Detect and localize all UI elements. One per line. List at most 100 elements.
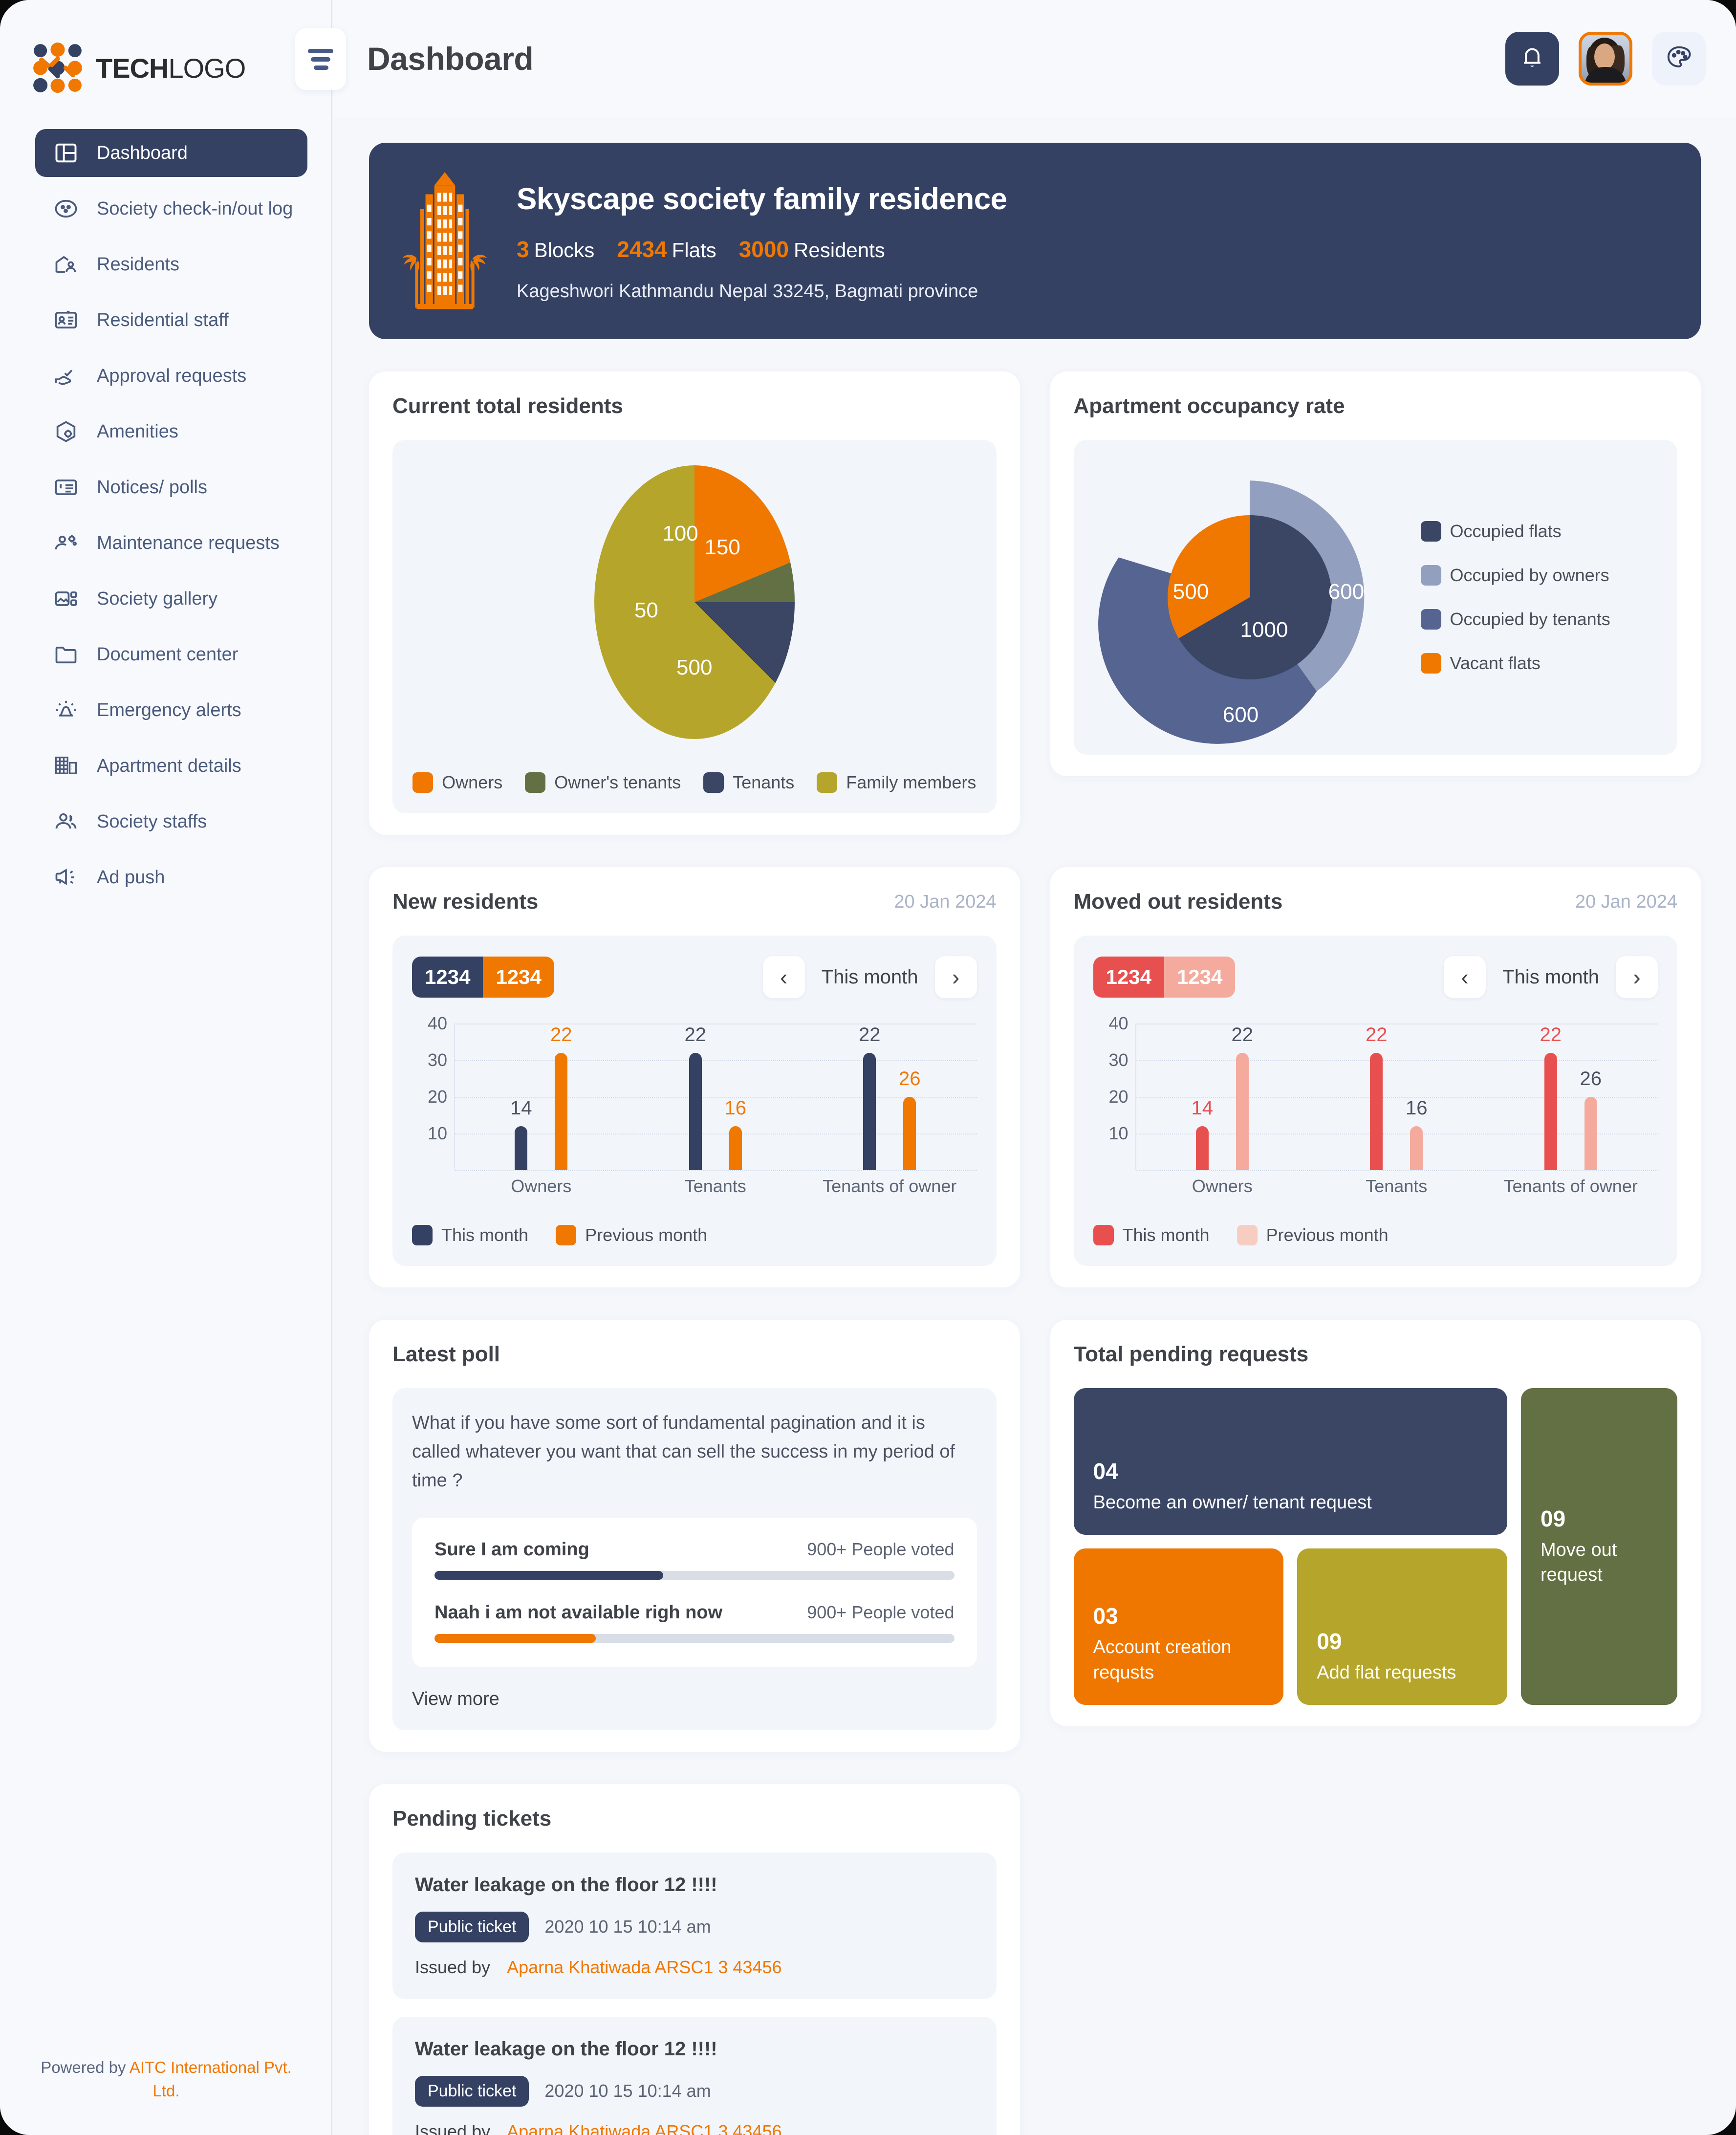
table-row[interactable]: 16	[725, 1097, 746, 1170]
stat-residents: 3000 Residents	[738, 237, 885, 262]
sidebar-item-ad-push[interactable]: Ad push	[35, 853, 307, 901]
megaphone-icon	[52, 863, 80, 892]
legend-item-this-month: This month	[1093, 1225, 1210, 1245]
sidebar-item-label: Maintenance requests	[97, 532, 280, 553]
notification-bell-button[interactable]	[1505, 32, 1559, 86]
card-title: Total pending requests	[1073, 1342, 1309, 1366]
pending-request-account-creation[interactable]: 03 Account creation requsts	[1073, 1548, 1284, 1705]
table-row[interactable]: 22	[859, 1024, 881, 1170]
list-item[interactable]: Water leakage on the floor 12 !!!! Publi…	[392, 2016, 997, 2135]
table-row[interactable]: 26	[1580, 1068, 1602, 1170]
issued-by-value[interactable]: Aparna Khatiwada ARSC1 3 43456	[507, 1957, 781, 1978]
sidebar-item-label: Amenities	[97, 421, 178, 442]
sidebar-item-label: Ad push	[97, 867, 165, 888]
y-tick: 20	[427, 1087, 447, 1107]
occupancy-legend: Occupied flats Occupied by owners Occupi…	[1420, 521, 1610, 674]
brand-logo[interactable]: TECHLOGO	[0, 0, 331, 102]
sidebar-nav: Dashboard Society check-in/out log Resid…	[0, 102, 331, 901]
pending-tickets-card: Pending tickets Water leakage on the flo…	[369, 1784, 1020, 2135]
theme-palette-button[interactable]	[1652, 32, 1706, 86]
issued-by-value[interactable]: Aparna Khatiwada ARSC1 3 43456	[507, 2121, 781, 2135]
sidebar-item-dashboard[interactable]: Dashboard	[35, 129, 307, 177]
moved-out-bar-chart: 40 30 20 10 14 22 22 16 22 26 Owners Ten…	[1093, 1013, 1658, 1196]
sidebar-item-approval-requests[interactable]: Approval requests	[35, 352, 307, 400]
x-axis-labels: Owners Tenants Tenants of owner	[454, 1176, 977, 1197]
table-row[interactable]: 16	[1406, 1097, 1428, 1170]
latest-poll-card: Latest poll What if you have some sort o…	[369, 1320, 1020, 1752]
y-tick: 40	[427, 1013, 447, 1033]
table-row[interactable]: 26	[899, 1068, 921, 1170]
table-row[interactable]: 14	[510, 1097, 532, 1170]
request-label: Add flat requests	[1317, 1662, 1456, 1683]
sidebar-item-amenities[interactable]: Amenities	[35, 408, 307, 456]
poll-option[interactable]: Naah i am not available righ now 900+ Pe…	[434, 1602, 955, 1643]
stat-blocks: 3 Blocks	[517, 237, 595, 262]
poll-option[interactable]: Sure I am coming 900+ People voted	[434, 1539, 955, 1580]
legend-item-family-members: Family members	[817, 772, 976, 793]
folder-icon	[52, 640, 80, 669]
avatar[interactable]	[1579, 32, 1632, 86]
pill-this-month: 1234	[412, 957, 483, 998]
card-title: New residents	[392, 890, 539, 914]
sidebar-item-society-check-in-out-log[interactable]: Society check-in/out log	[35, 185, 307, 233]
list-item[interactable]: Water leakage on the floor 12 !!!! Publi…	[392, 1852, 997, 1999]
sidebar-item-maintenance-requests[interactable]: Maintenance requests	[35, 519, 307, 567]
layout-dashboard-icon	[52, 139, 80, 167]
card-title: Apartment occupancy rate	[1073, 394, 1345, 418]
sidebar-item-society-gallery[interactable]: Society gallery	[35, 575, 307, 623]
new-residents-count-pill: 1234 1234	[412, 957, 554, 998]
bar-group: 22 26	[1484, 1024, 1658, 1170]
table-row[interactable]: 22	[685, 1024, 706, 1170]
sidebar: TECHLOGO Dashboard Society check-in/out …	[0, 0, 332, 2135]
footer-credit: Powered by AITC International Pvt. Ltd.	[0, 2056, 332, 2103]
sidebar-item-label: Document center	[97, 644, 239, 665]
building-icon	[52, 752, 80, 780]
sidebar-item-residents[interactable]: Residents	[35, 240, 307, 288]
bar-group: 22 16	[629, 1024, 803, 1170]
chevron-right-icon[interactable]: ›	[934, 956, 977, 998]
sidebar-item-document-center[interactable]: Document center	[35, 631, 307, 678]
pill-previous-month: 1234	[483, 957, 554, 998]
residents-pie-chart: 150 50 100 500	[594, 465, 795, 739]
total-pending-requests-card: Total pending requests 04 Become an owne…	[1050, 1320, 1701, 1726]
society-stats: 3 Blocks 2434 Flats 3000 Residents	[517, 236, 1007, 262]
pending-request-move-out[interactable]: 09 Move out request	[1521, 1388, 1677, 1705]
app-window: TECHLOGO Dashboard Society check-in/out …	[0, 0, 1736, 2135]
row-poll-requests: Latest poll What if you have some sort o…	[369, 1320, 1701, 1752]
table-row[interactable]: 22	[1540, 1024, 1562, 1170]
id-card-icon	[52, 306, 80, 334]
pending-request-owner-tenant[interactable]: 04 Become an owner/ tenant request	[1073, 1388, 1507, 1535]
legend-item-owners-tenants: Owner's tenants	[525, 772, 681, 793]
table-row[interactable]: 22	[1366, 1024, 1388, 1170]
request-count: 03	[1093, 1603, 1118, 1629]
row-tickets: Pending tickets Water leakage on the flo…	[369, 1784, 1701, 2135]
charts-row-1: Current total residents 150 50 100 500 O…	[369, 371, 1701, 835]
page-title: Dashboard	[367, 41, 534, 77]
hand-check-icon	[52, 362, 80, 390]
sidebar-item-emergency-alerts[interactable]: Emergency alerts	[35, 686, 307, 734]
sidebar-item-residential-staff[interactable]: Residential staff	[35, 296, 307, 344]
brand-name: TECHLOGO	[96, 52, 246, 84]
chevron-left-icon[interactable]: ‹	[1444, 956, 1486, 998]
current-total-residents-card: Current total residents 150 50 100 500 O…	[369, 371, 1020, 835]
x-tick: Owners	[511, 1176, 572, 1196]
pending-request-add-flat[interactable]: 09 Add flat requests	[1297, 1548, 1507, 1705]
view-more-link[interactable]: View more	[412, 1689, 977, 1710]
table-row[interactable]: 14	[1192, 1097, 1213, 1170]
table-row[interactable]: 22	[550, 1024, 572, 1170]
pill-previous-month: 1234	[1164, 957, 1236, 998]
table-row[interactable]: 22	[1232, 1024, 1253, 1170]
x-tick: Owners	[1192, 1176, 1253, 1196]
sidebar-item-label: Apartment details	[97, 755, 241, 776]
chevron-left-icon[interactable]: ‹	[762, 956, 805, 998]
chevron-right-icon[interactable]: ›	[1616, 956, 1658, 998]
sidebar-item-notices-polls[interactable]: Notices/ polls	[35, 463, 307, 511]
footer-company-link[interactable]: AITC International Pvt. Ltd.	[130, 2058, 292, 2100]
techlogo-mark-icon	[32, 43, 83, 93]
sidebar-item-apartment-details[interactable]: Apartment details	[35, 742, 307, 790]
hamburger-icon[interactable]	[295, 28, 346, 90]
legend-item-vacant-flats: Vacant flats	[1420, 653, 1610, 674]
apartment-occupancy-card: Apartment occupancy rate 500 1000 600 60…	[1050, 371, 1701, 776]
y-tick: 30	[1108, 1050, 1128, 1070]
sidebar-item-society-staffs[interactable]: Society staffs	[35, 798, 307, 846]
